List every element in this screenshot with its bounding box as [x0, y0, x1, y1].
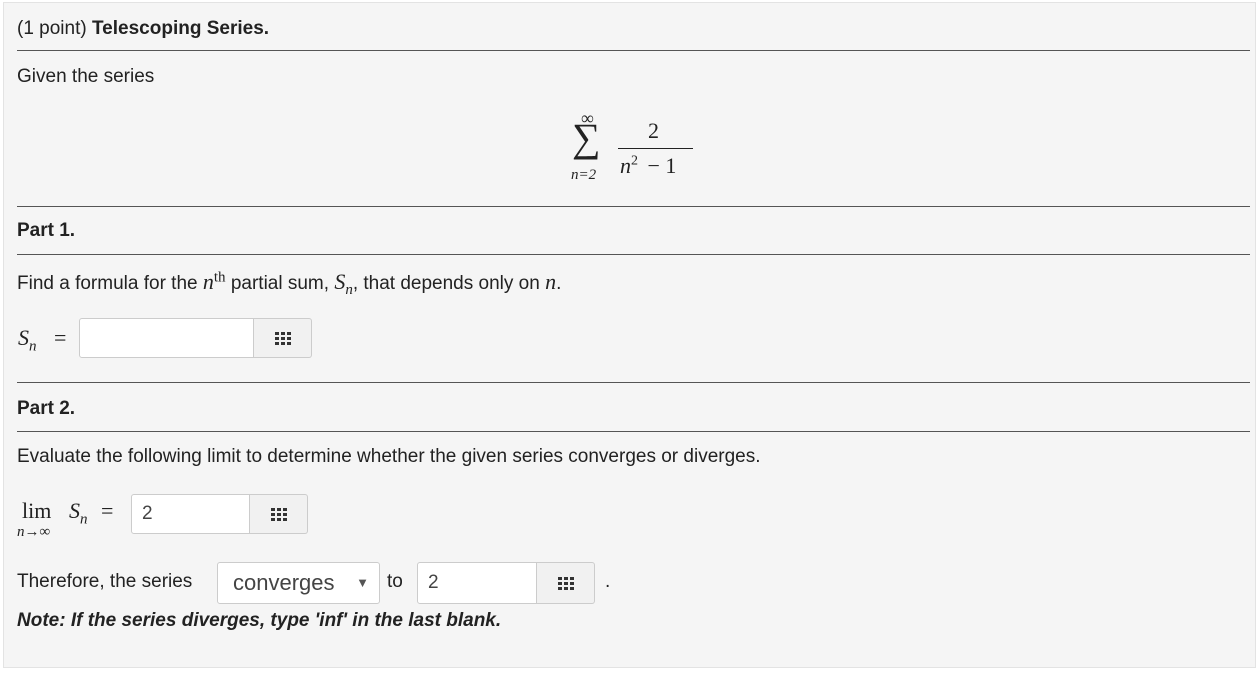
- divider: [17, 382, 1250, 383]
- lower-limit: n=2: [571, 167, 597, 183]
- series-formula: ∞ ∑ n=2 2 n2 − 1: [570, 108, 695, 185]
- divider: [17, 50, 1250, 51]
- limit-expression: lim n→∞ Sn =: [17, 498, 129, 543]
- note-text: Note: If the series diverges, type 'inf'…: [17, 610, 502, 631]
- numerator: 2: [648, 118, 659, 143]
- part2-prompt: Evaluate the following limit to determin…: [17, 446, 761, 467]
- convergence-select[interactable]: converges ▼: [217, 562, 380, 604]
- lim-sn: Sn =: [69, 498, 114, 528]
- summation-symbol: ∑: [572, 115, 601, 160]
- intro-text: Given the series: [17, 66, 155, 87]
- points-label: (1 point): [17, 18, 87, 39]
- to-text: to: [387, 571, 403, 592]
- denominator: n2 − 1: [620, 153, 677, 178]
- equation-editor-button[interactable]: [250, 494, 308, 534]
- therefore-text: Therefore, the series: [17, 571, 193, 592]
- limit-answer-input[interactable]: 2: [131, 494, 250, 534]
- series-value-input[interactable]: 2: [417, 562, 537, 604]
- sn-label: Sn =: [18, 325, 67, 355]
- lim-subscript: n→∞: [17, 524, 51, 540]
- sn-answer-input[interactable]: [79, 318, 254, 358]
- problem-header: (1 point) Telescoping Series.: [17, 18, 269, 40]
- divider: [17, 431, 1250, 432]
- grid-icon: [558, 577, 574, 590]
- equation-editor-button[interactable]: [254, 318, 312, 358]
- triangle-down-icon: ▼: [356, 575, 369, 590]
- fraction-bar: [618, 148, 693, 149]
- grid-icon: [271, 508, 287, 521]
- lim-text: lim: [22, 498, 52, 523]
- divider: [17, 254, 1250, 255]
- divider: [17, 206, 1250, 207]
- problem-panel: (1 point) Telescoping Series. Given the …: [3, 2, 1256, 668]
- equation-editor-button[interactable]: [537, 562, 595, 604]
- part2-title: Part 2.: [17, 398, 76, 419]
- part1-prompt: Find a formula for the nth partial sum, …: [17, 269, 562, 298]
- problem-title: Telescoping Series.: [91, 18, 270, 39]
- select-value: converges: [233, 570, 335, 595]
- part1-title: Part 1.: [17, 220, 76, 241]
- grid-icon: [275, 332, 291, 345]
- trailing-period: .: [605, 571, 611, 592]
